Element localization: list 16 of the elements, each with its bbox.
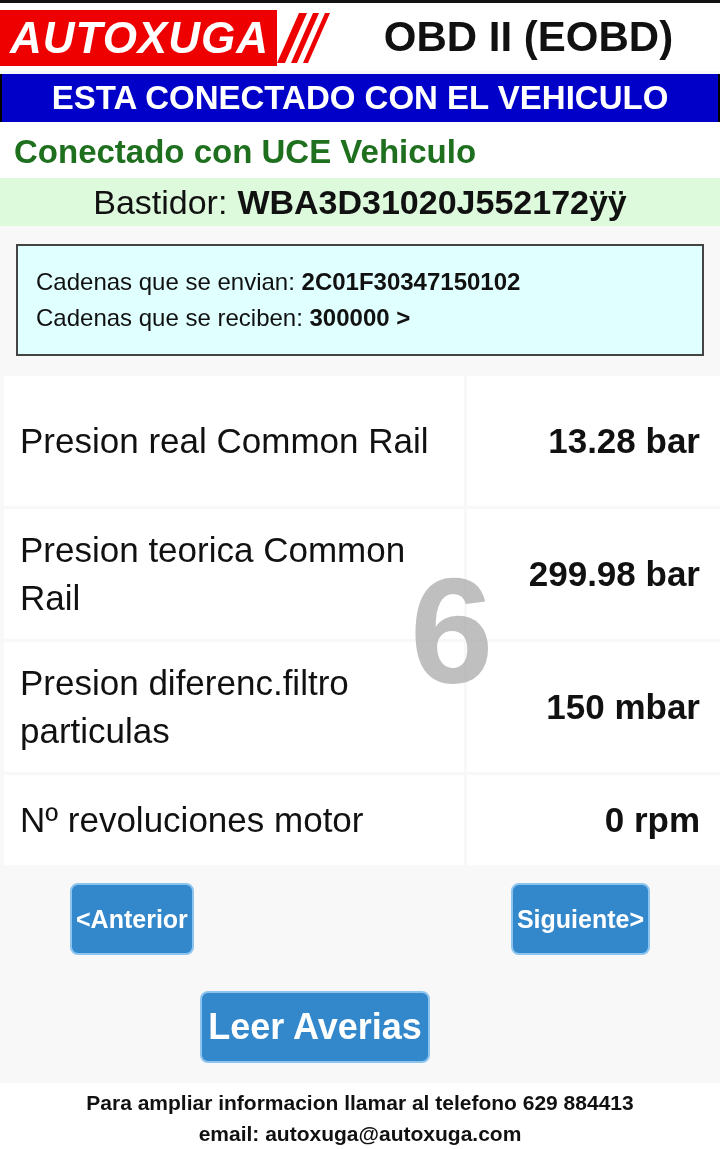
- next-button[interactable]: Siguiente>: [510, 883, 650, 955]
- read-faults-button[interactable]: Leer Averias: [200, 991, 430, 1063]
- phone-text: Para ampliar informacion llamar al telefono 629 884413: [85, 1090, 635, 1116]
- parameter-cell: Nº revoluciones motor: [4, 775, 464, 865]
- connection-status: Conectado con UCE Vehiculo: [0, 122, 720, 178]
- vin-label: Bastidor:: [93, 183, 228, 221]
- comm-line: Cadenas que se envian: 2C01F30347150102: [36, 267, 522, 297]
- previous-button[interactable]: <Anterior: [70, 883, 194, 955]
- app-title: OBD II (EOBD): [382, 13, 675, 61]
- parameter-cell: Presion real Common Rail: [4, 376, 464, 506]
- value-cell: 13.28 bar: [467, 376, 720, 506]
- vin-value: WBA3D31020J552172ÿÿ: [237, 183, 627, 221]
- value-cell: 0 rpm: [467, 775, 720, 865]
- comm-line: Cadenas que se reciben: 300000 >: [36, 303, 412, 333]
- email-text: email: autoxuga@autoxuga.com: [197, 1121, 523, 1147]
- status-banner: ESTA CONECTADO CON EL VEHICULO: [0, 74, 720, 122]
